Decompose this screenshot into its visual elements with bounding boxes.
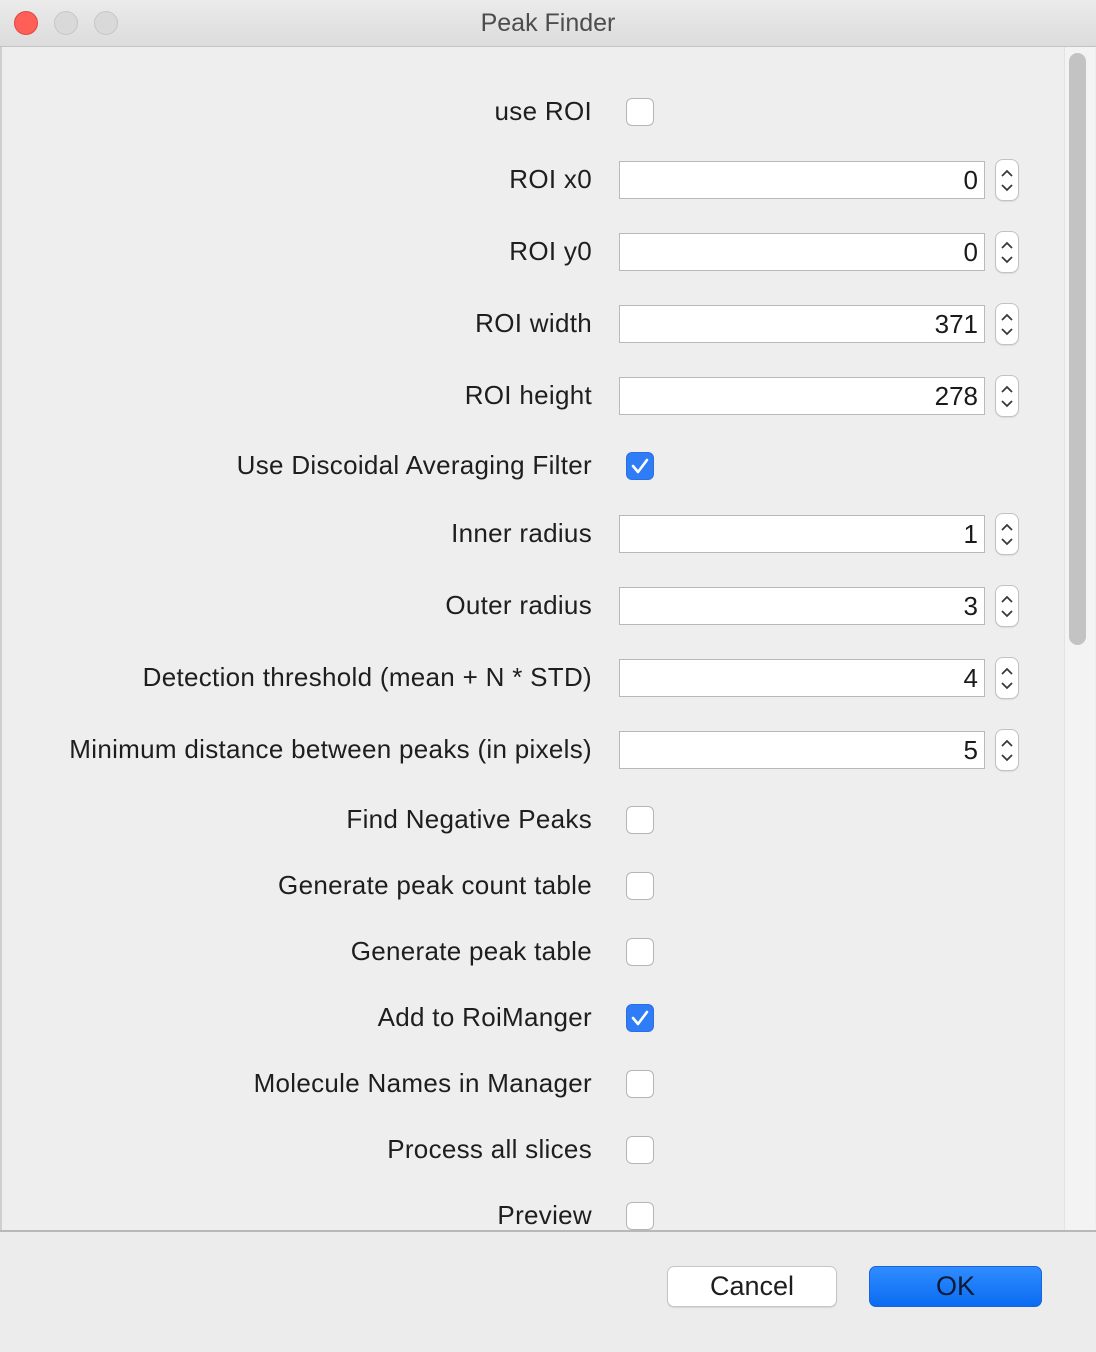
outer-radius-stepper[interactable] bbox=[995, 585, 1019, 627]
inner-radius-label: Inner radius bbox=[451, 518, 592, 548]
add-to-roimanager-checkbox[interactable] bbox=[626, 1004, 654, 1032]
title-bar: Peak Finder bbox=[0, 0, 1096, 47]
roi-height-label: ROI height bbox=[464, 380, 592, 410]
roi-x0-field[interactable] bbox=[619, 161, 985, 199]
detection-threshold-field[interactable] bbox=[619, 659, 985, 697]
peak-table-checkbox[interactable] bbox=[626, 938, 654, 966]
process-all-slices-checkbox[interactable] bbox=[626, 1136, 654, 1164]
outer-radius-field[interactable] bbox=[619, 587, 985, 625]
chevron-up-down-icon bbox=[1001, 313, 1013, 336]
inner-radius-field[interactable] bbox=[619, 515, 985, 553]
use-roi-checkbox[interactable] bbox=[626, 98, 654, 126]
discoidal-filter-checkbox[interactable] bbox=[626, 452, 654, 480]
process-all-slices-label: Process all slices bbox=[387, 1134, 592, 1164]
use-roi-label: use ROI bbox=[494, 96, 592, 126]
roi-y0-stepper[interactable] bbox=[995, 231, 1019, 273]
find-negative-peaks-label: Find Negative Peaks bbox=[346, 804, 592, 834]
chevron-up-down-icon bbox=[1001, 385, 1013, 408]
roi-x0-stepper[interactable] bbox=[995, 159, 1019, 201]
checkmark-icon bbox=[631, 1010, 649, 1026]
ok-button[interactable]: OK bbox=[869, 1266, 1042, 1307]
form-panel bbox=[0, 47, 1096, 1230]
detection-threshold-label: Detection threshold (mean + N * STD) bbox=[142, 662, 592, 692]
chevron-up-down-icon bbox=[1001, 241, 1013, 264]
roi-x0-label: ROI x0 bbox=[509, 164, 592, 194]
find-negative-peaks-checkbox[interactable] bbox=[626, 806, 654, 834]
cancel-button[interactable]: Cancel bbox=[667, 1266, 837, 1307]
detection-threshold-stepper[interactable] bbox=[995, 657, 1019, 699]
peak-finder-dialog: Peak Finder use ROI ROI x0 ROI y0 ROI wi… bbox=[0, 0, 1096, 1352]
roi-height-stepper[interactable] bbox=[995, 375, 1019, 417]
chevron-up-down-icon bbox=[1001, 523, 1013, 546]
chevron-up-down-icon bbox=[1001, 739, 1013, 762]
peak-count-table-checkbox[interactable] bbox=[626, 872, 654, 900]
chevron-up-down-icon bbox=[1001, 667, 1013, 690]
roi-width-stepper[interactable] bbox=[995, 303, 1019, 345]
molecule-names-checkbox[interactable] bbox=[626, 1070, 654, 1098]
min-distance-stepper[interactable] bbox=[995, 729, 1019, 771]
checkmark-icon bbox=[631, 458, 649, 474]
discoidal-filter-label: Use Discoidal Averaging Filter bbox=[236, 450, 592, 480]
roi-y0-field[interactable] bbox=[619, 233, 985, 271]
inner-radius-stepper[interactable] bbox=[995, 513, 1019, 555]
chevron-up-down-icon bbox=[1001, 169, 1013, 192]
peak-table-label: Generate peak table bbox=[350, 936, 592, 966]
window-title: Peak Finder bbox=[480, 9, 616, 37]
outer-radius-label: Outer radius bbox=[445, 590, 592, 620]
peak-count-table-label: Generate peak count table bbox=[278, 870, 592, 900]
min-distance-label: Minimum distance between peaks (in pixel… bbox=[69, 734, 592, 764]
chevron-up-down-icon bbox=[1001, 595, 1013, 618]
roi-height-field[interactable] bbox=[619, 377, 985, 415]
min-distance-field[interactable] bbox=[619, 731, 985, 769]
add-to-roimanager-label: Add to RoiManger bbox=[377, 1002, 592, 1032]
roi-width-label: ROI width bbox=[475, 308, 592, 338]
scrollbar-thumb[interactable] bbox=[1069, 53, 1086, 645]
molecule-names-label: Molecule Names in Manager bbox=[253, 1068, 592, 1098]
roi-y0-label: ROI y0 bbox=[509, 236, 592, 266]
roi-width-field[interactable] bbox=[619, 305, 985, 343]
preview-checkbox[interactable] bbox=[626, 1202, 654, 1230]
preview-label: Preview bbox=[497, 1200, 592, 1230]
